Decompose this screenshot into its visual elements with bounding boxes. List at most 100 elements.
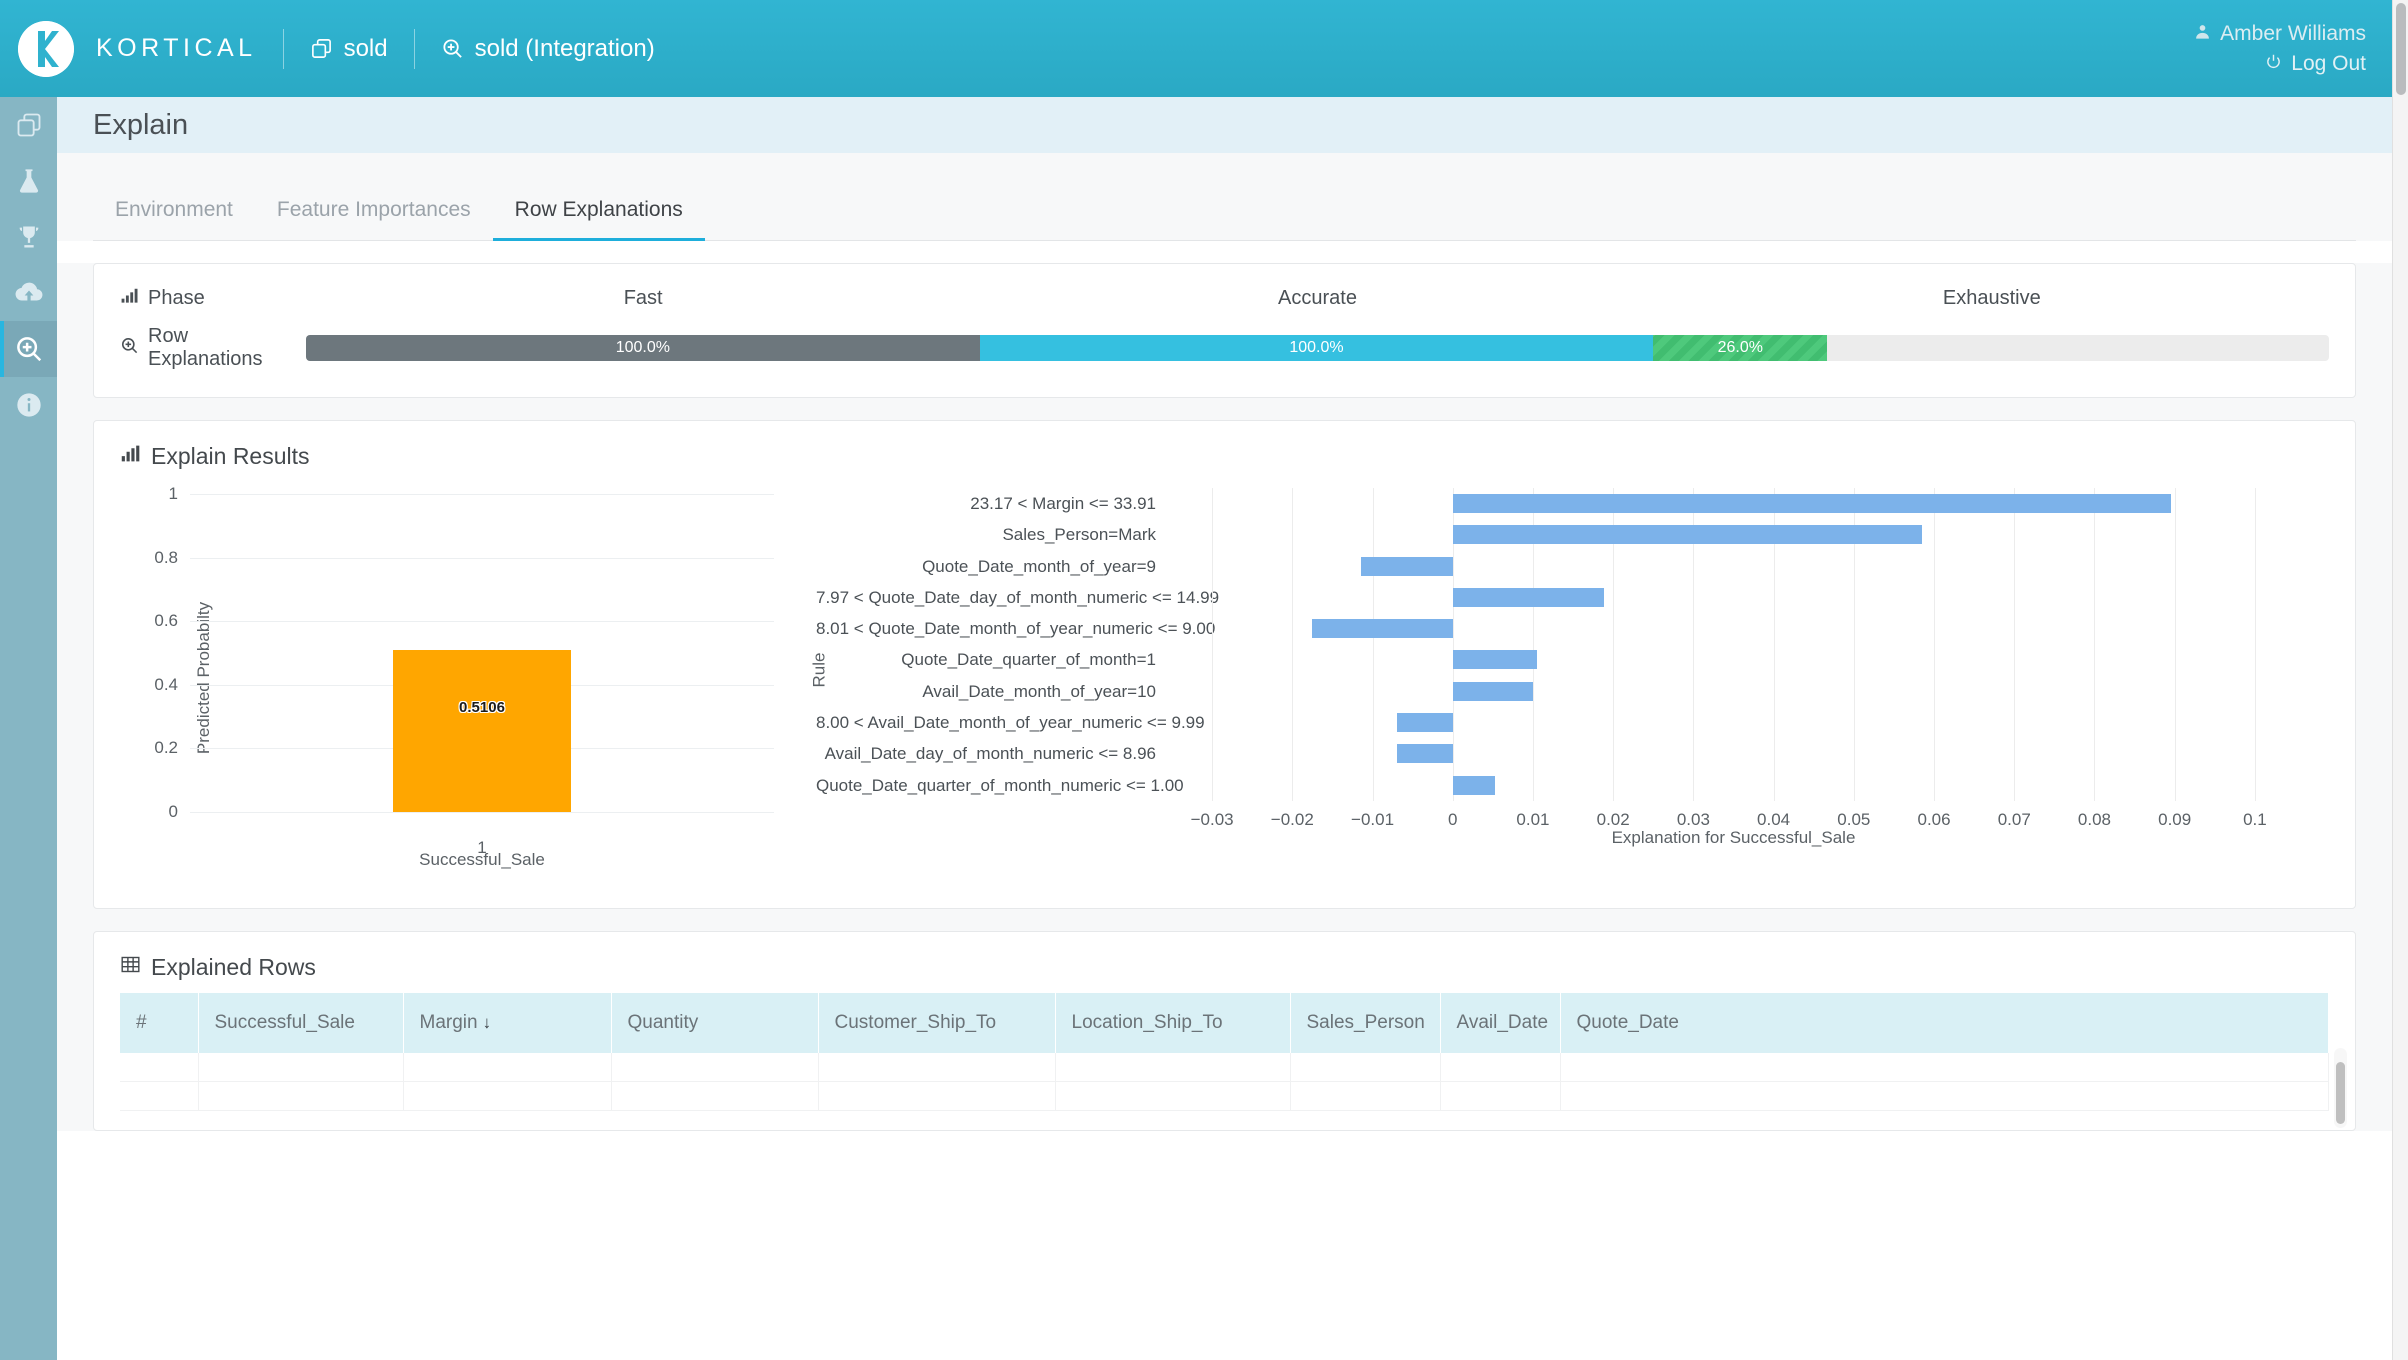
phase-row-name: Row Explanations [120,325,306,371]
sidebar-item-explain[interactable] [0,321,57,377]
user-menu[interactable]: Amber Williams [2194,22,2366,46]
bar[interactable] [1453,682,1533,701]
bar-row [1172,770,2295,801]
column-header-location-ship-to[interactable]: Location_Ship_To [1055,993,1290,1053]
bar[interactable] [1453,650,1537,669]
column-label: # [136,1012,147,1033]
bar[interactable] [1397,713,1453,732]
right-chart-xlabel: Explanation for Successful_Sale [1172,828,2295,848]
x-axis-tick: 0.09 [2158,810,2191,830]
table-row[interactable] [120,1053,2329,1082]
phase-header-fast: Fast [306,287,980,310]
bar-row [1172,551,2295,582]
column-label: Quantity [628,1012,699,1033]
bar-row [1172,613,2295,644]
bar[interactable] [1361,557,1453,576]
bar[interactable]: 0.5106 [393,650,571,812]
breadcrumb-environment[interactable]: sold (Integration) [441,35,655,63]
bar-row [1172,707,2295,738]
bar[interactable] [1312,619,1452,638]
brand[interactable]: KORTICAL [0,21,257,77]
x-axis-tick: 0.05 [1837,810,1870,830]
bar[interactable] [1453,525,1922,544]
magnify-plus-icon [441,37,464,60]
sidebar-item-projects[interactable] [0,97,57,153]
divider-2 [414,29,415,69]
column-label: Sales_Person [1307,1012,1425,1033]
rule-label: Quote_Date_quarter_of_month=1 [816,644,1156,675]
tab-environment[interactable]: Environment [93,188,255,241]
table-cell [120,1053,198,1082]
rule-label: 8.00 < Avail_Date_month_of_year_numeric … [816,707,1156,738]
table-cell [1290,1082,1440,1111]
table-icon [120,954,141,981]
x-axis-tick: −0.02 [1271,810,1314,830]
bar[interactable] [1453,494,2171,513]
table-scrollbar-thumb[interactable] [2336,1062,2345,1124]
sidebar-item-leaderboard[interactable] [0,209,57,265]
column-label: Quote_Date [1577,1012,1679,1033]
column-label: Customer_Ship_To [835,1012,997,1033]
progress-segment-accurate: 100.0% [980,335,1654,361]
tabs: Environment Feature Importances Row Expl… [93,188,2356,241]
bar[interactable] [1453,776,1496,795]
column-header-margin[interactable]: Margin↓ [403,993,611,1053]
tab-feature-importances[interactable]: Feature Importances [255,188,493,241]
breadcrumb-project-label: sold [344,35,388,63]
x-axis-tick: 0.1 [2243,810,2267,830]
copy-icon [310,37,333,60]
column-header-index[interactable]: # [120,993,198,1053]
body-area: Phase Fast Accurate Exhaustive [57,263,2392,1131]
x-axis-tick: 0.06 [1917,810,1950,830]
column-header-quantity[interactable]: Quantity [611,993,818,1053]
column-label: Location_Ship_To [1072,1012,1223,1033]
bar-row [1172,644,2295,675]
y-axis-tick: 0 [169,802,178,822]
user-name-label: Amber Williams [2220,22,2366,46]
x-axis-tick: 0 [1448,810,1457,830]
phase-title-label: Phase [148,287,205,310]
y-axis-tick: 0.4 [154,675,178,695]
sidebar-item-experiments[interactable] [0,153,57,209]
column-header-sales-person[interactable]: Sales_Person [1290,993,1440,1053]
phase-header-exhaustive: Exhaustive [1655,287,2329,310]
charts-row: Predicted Probabilty 00.20.40.60.810.510… [120,478,2329,878]
logout-button[interactable]: Log Out [2265,52,2366,76]
bar-row [1172,738,2295,769]
phase-header-accurate: Accurate [980,287,1654,310]
y-axis-tick: 0.6 [154,611,178,631]
explained-rows-title: Explained Rows [120,954,2329,981]
bar[interactable] [1453,588,1604,607]
rule-explanation-chart: Rule 23.17 < Margin <= 33.91Sales_Person… [800,478,2329,878]
explain-results-title-label: Explain Results [151,443,310,470]
gridline: 0.8 [190,558,774,559]
bar[interactable] [1397,744,1453,763]
page-title: Explain [93,109,188,142]
rule-label: Quote_Date_quarter_of_month_numeric <= 1… [816,770,1156,801]
bar-row [1172,519,2295,550]
sidebar-item-info[interactable] [0,377,57,433]
phase-title: Phase [120,286,306,311]
table-scrollbar[interactable] [2334,1048,2347,1128]
table-cell [1055,1082,1290,1111]
table-header-row: # Successful_Sale Margin↓ Quantity Custo… [120,993,2329,1053]
column-header-customer-ship-to[interactable]: Customer_Ship_To [818,993,1055,1053]
rule-label: Avail_Date_day_of_month_numeric <= 8.96 [816,738,1156,769]
breadcrumb-project[interactable]: sold [310,35,388,63]
page-scrollbar-thumb[interactable] [2396,3,2406,95]
right-chart-plot: −0.03−0.02−0.0100.010.020.030.040.050.06… [1172,488,2295,801]
phase-progress-bar: 100.0% 100.0% 26.0% [306,335,2329,361]
phase-segment-headers: Fast Accurate Exhaustive [306,287,2329,310]
progress-segment-exhaustive: 26.0% [1653,335,1827,361]
column-header-avail-date[interactable]: Avail_Date [1440,993,1560,1053]
table-row[interactable] [120,1082,2329,1111]
gridline: 0 [190,812,774,813]
column-header-quote-date[interactable]: Quote_Date [1560,993,2329,1053]
column-header-successful-sale[interactable]: Successful_Sale [198,993,403,1053]
left-chart-plot: 00.20.40.60.810.51061 [190,494,774,812]
user-icon [2194,22,2211,46]
sidebar-item-deploy[interactable] [0,265,57,321]
page-scrollbar[interactable] [2392,0,2408,1360]
breadcrumb-environment-label: sold (Integration) [475,35,655,63]
tab-row-explanations[interactable]: Row Explanations [493,188,705,241]
